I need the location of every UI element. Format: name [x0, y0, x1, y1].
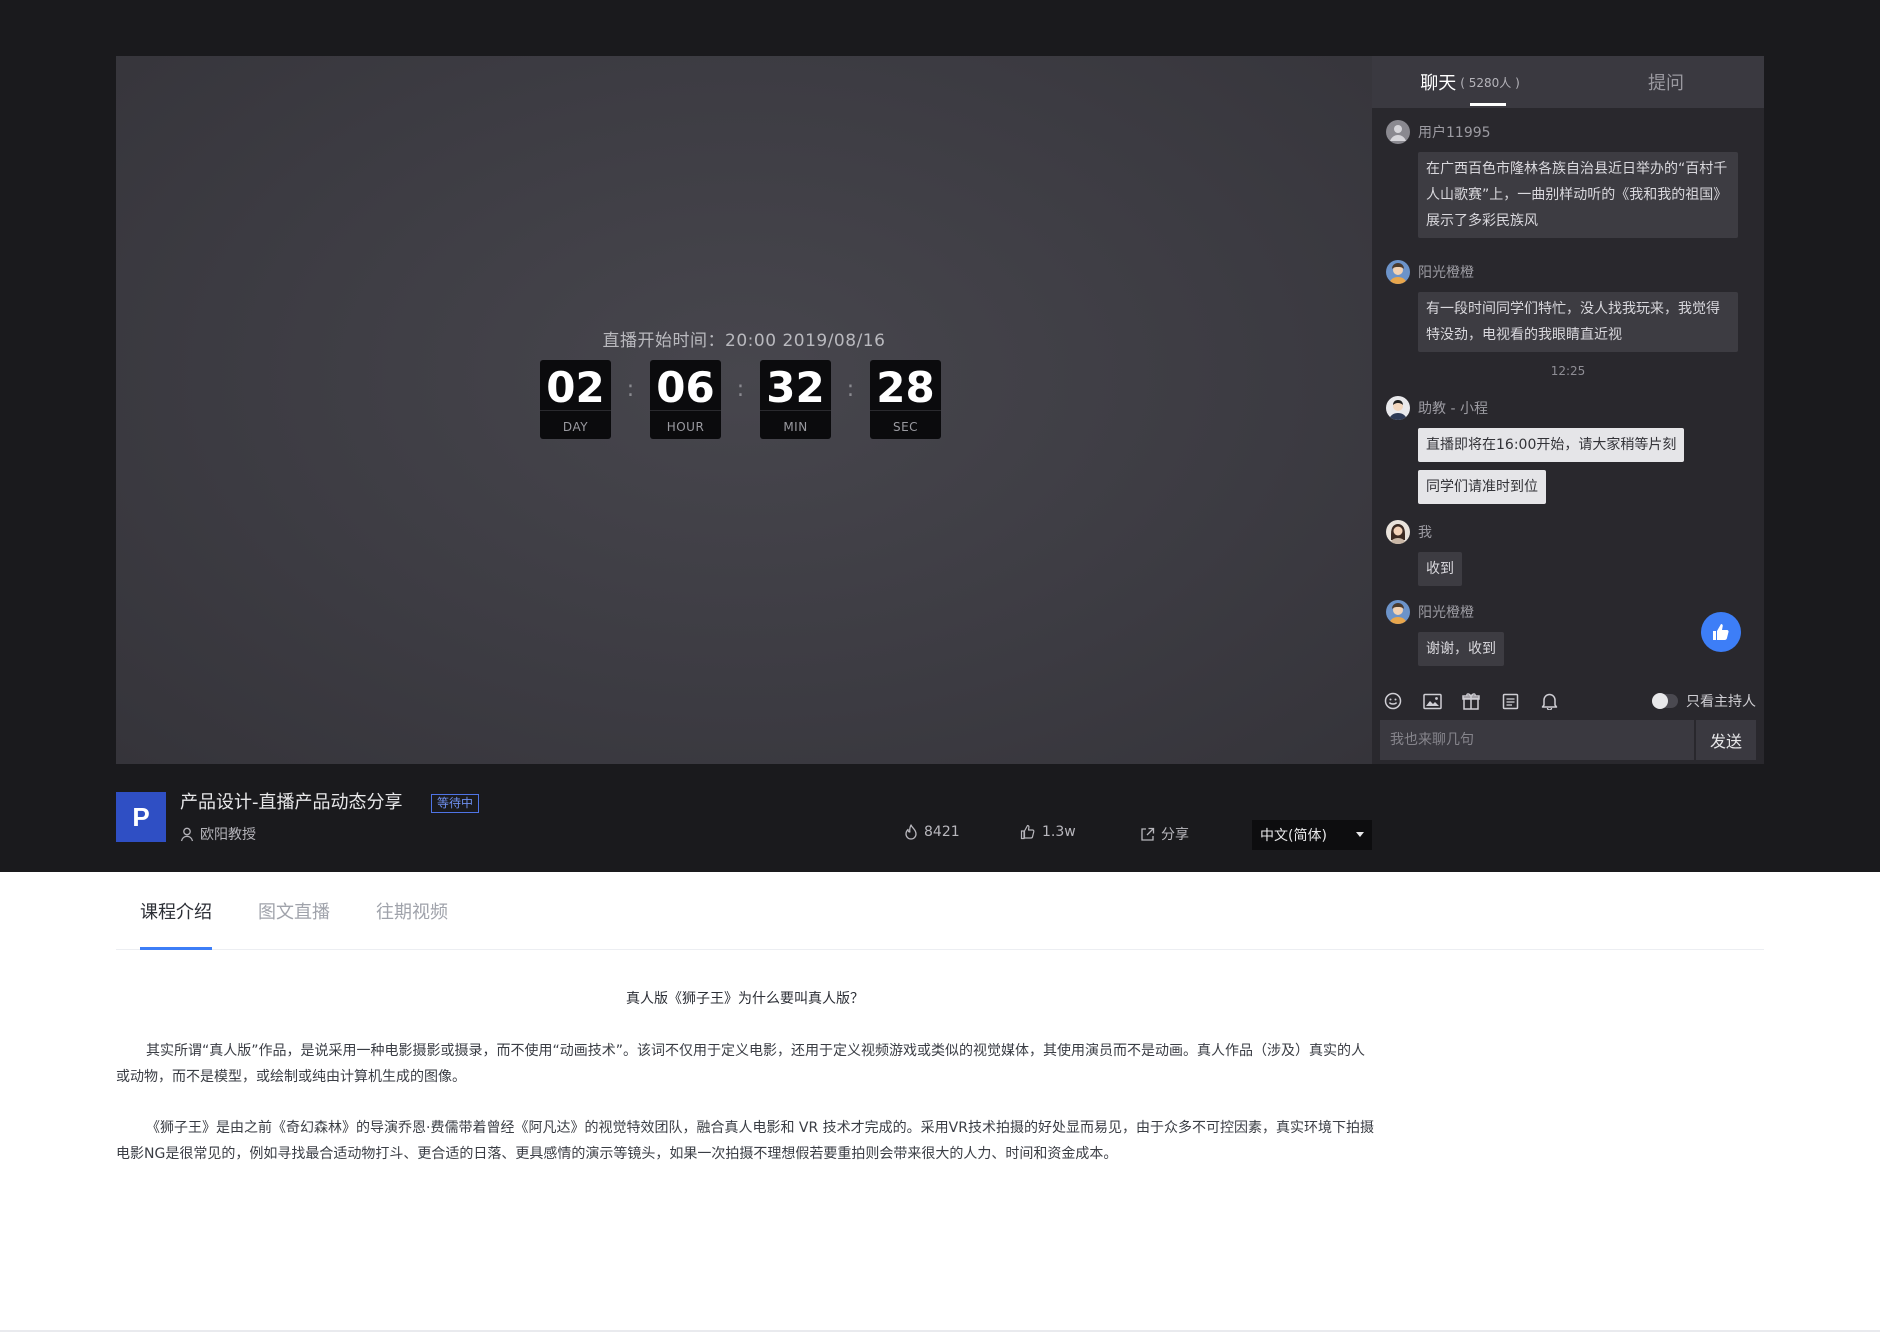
chat-tabs: 聊天 ( 5280人 ) 提问 [1372, 56, 1764, 108]
chat-panel: 聊天 ( 5280人 ) 提问 用户11995 在广西百色市隆林各族自治县近日举… [1372, 56, 1764, 764]
message-username: 助教 - 小程 [1418, 401, 1488, 417]
message-bubble: 直播即将在16:00开始，请大家稍等片刻 [1418, 428, 1685, 462]
status-badge: 等待中 [431, 794, 480, 813]
countdown-minutes-value: 32 [766, 363, 825, 412]
image-icon[interactable] [1421, 690, 1443, 712]
likes-stat[interactable]: 1.3w [1020, 824, 1076, 840]
tab-chat[interactable]: 聊天 ( 5280人 ) [1372, 56, 1568, 108]
course-article: 真人版《狮子王》为什么要叫真人版？ 其实所谓“真人版”作品，是说采用一种电影摄影… [116, 986, 1374, 1192]
countdown-hours: 06 HOUR [650, 360, 721, 439]
thumbs-up-icon [1713, 624, 1729, 640]
countdown-days-value: 02 [546, 363, 605, 412]
user-avatar-icon [1386, 120, 1410, 144]
tab-chat-label: 聊天 [1420, 73, 1457, 94]
article-title: 真人版《狮子王》为什么要叫真人版？ [626, 991, 864, 1007]
message-bubble: 谢谢，收到 [1418, 632, 1504, 666]
language-value: 中文(简体) [1260, 828, 1327, 844]
message-bubble: 收到 [1418, 552, 1462, 586]
like-button[interactable] [1701, 612, 1741, 652]
countdown-days-unit: DAY [562, 420, 589, 434]
host-only-label: 只看主持人 [1686, 694, 1756, 710]
person-icon [180, 827, 194, 841]
thumbs-up-icon [1020, 824, 1035, 840]
channel-logo[interactable]: P [116, 792, 166, 842]
countdown: 02 DAY : 06 HOUR : 32 MIN : 28 SEC [540, 360, 941, 439]
user-avatar-icon [1386, 520, 1410, 544]
top-area: 直播开始时间：20:00 2019/08/16 02 DAY : 06 HOUR… [0, 0, 1880, 872]
message-bubble: 同学们请准时到位 [1418, 470, 1546, 504]
chat-message: 用户11995 在广西百色市隆林各族自治县近日举办的“百村千人山歌赛”上，一曲别… [1386, 120, 1750, 238]
message-bubble: 在广西百色市隆林各族自治县近日举办的“百村千人山歌赛”上，一曲别样动听的《我和我… [1418, 152, 1738, 238]
chat-message: 阳光橙橙 有一段时间同学们特忙，没人找我玩来，我觉得特没劲，电视看的我眼睛直近视 [1386, 260, 1750, 352]
user-avatar-icon [1386, 396, 1410, 420]
user-avatar-icon [1386, 600, 1410, 624]
message-username: 用户11995 [1418, 125, 1491, 141]
chat-input-row: 发送 [1380, 720, 1756, 760]
live-start-time: 直播开始时间：20:00 2019/08/16 [602, 331, 886, 351]
countdown-seconds-value: 28 [876, 363, 935, 412]
chat-message: 我 收到 [1386, 520, 1750, 586]
views-stat: 8421 [904, 824, 960, 840]
chevron-down-icon [1356, 832, 1364, 837]
flame-icon [905, 824, 917, 840]
emoji-icon[interactable] [1382, 690, 1404, 712]
chat-timestamp: 12:25 [1550, 364, 1586, 378]
language-select[interactable]: 中文(简体) [1252, 820, 1372, 850]
tab-course-intro[interactable]: 课程介绍 [140, 872, 212, 950]
online-count: ( 5280人 ) [1460, 75, 1520, 90]
chat-message: 阳光橙橙 谢谢，收到 [1386, 600, 1750, 666]
countdown-days: 02 DAY [540, 360, 611, 439]
send-button[interactable]: 发送 [1696, 720, 1756, 760]
teacher-label: 欧阳教授 [200, 827, 256, 843]
content-tabs: 课程介绍 图文直播 往期视频 [116, 872, 1764, 950]
tab-text-live[interactable]: 图文直播 [258, 872, 330, 950]
course-info-bar: P 产品设计-直播产品动态分享 等待中 欧阳教授 8421 1.3w 分享 中文… [116, 792, 1372, 850]
chat-message: 助教 - 小程 直播即将在16:00开始，请大家稍等片刻 同学们请准时到位 [1386, 396, 1750, 504]
message-username: 我 [1418, 525, 1432, 541]
teacher-name[interactable]: 欧阳教授 [180, 824, 256, 844]
chat-input[interactable] [1380, 720, 1694, 760]
countdown-separator: : [626, 377, 635, 402]
message-username: 阳光橙橙 [1418, 605, 1474, 621]
gift-icon[interactable] [1460, 690, 1482, 712]
tab-past-videos[interactable]: 往期视频 [376, 872, 448, 950]
host-only-toggle[interactable]: 只看主持人 [1652, 682, 1756, 720]
countdown-seconds: 28 SEC [870, 360, 941, 439]
countdown-separator: : [846, 377, 855, 402]
tab-questions-label: 提问 [1648, 73, 1684, 94]
share-label: 分享 [1161, 827, 1189, 843]
countdown-separator: : [736, 377, 745, 402]
toggle-switch[interactable] [1652, 693, 1678, 709]
share-button[interactable]: 分享 [1140, 824, 1189, 844]
countdown-hours-unit: HOUR [666, 420, 705, 434]
message-bubble: 有一段时间同学们特忙，没人找我玩来，我觉得特没劲，电视看的我眼睛直近视 [1418, 292, 1738, 352]
user-avatar-icon [1386, 260, 1410, 284]
article-paragraph: 《狮子王》是由之前《奇幻森林》的导演乔恩·费儒带着曾经《阿凡达》的视觉特效团队，… [116, 1120, 1374, 1162]
share-icon [1141, 827, 1155, 841]
logo-letter: P [132, 801, 150, 832]
bell-icon[interactable] [1538, 690, 1560, 712]
message-username: 阳光橙橙 [1418, 265, 1474, 281]
chat-toolbar: 只看主持人 [1372, 682, 1764, 720]
tab-questions[interactable]: 提问 [1568, 56, 1764, 108]
article-paragraph: 其实所谓“真人版”作品，是说采用一种电影摄影或摄录，而不使用“动画技术”。该词不… [116, 1043, 1366, 1085]
countdown-hours-value: 06 [656, 363, 715, 412]
course-title: 产品设计-直播产品动态分享 [180, 792, 403, 813]
likes-count: 1.3w [1042, 824, 1076, 840]
notes-icon[interactable] [1499, 690, 1521, 712]
countdown-seconds-unit: SEC [892, 420, 919, 434]
countdown-minutes-unit: MIN [783, 420, 808, 434]
video-player[interactable]: 直播开始时间：20:00 2019/08/16 02 DAY : 06 HOUR… [116, 56, 1372, 764]
chat-message-list[interactable]: 用户11995 在广西百色市隆林各族自治县近日举办的“百村千人山歌赛”上，一曲别… [1372, 108, 1764, 682]
countdown-minutes: 32 MIN [760, 360, 831, 439]
views-count: 8421 [924, 824, 960, 840]
